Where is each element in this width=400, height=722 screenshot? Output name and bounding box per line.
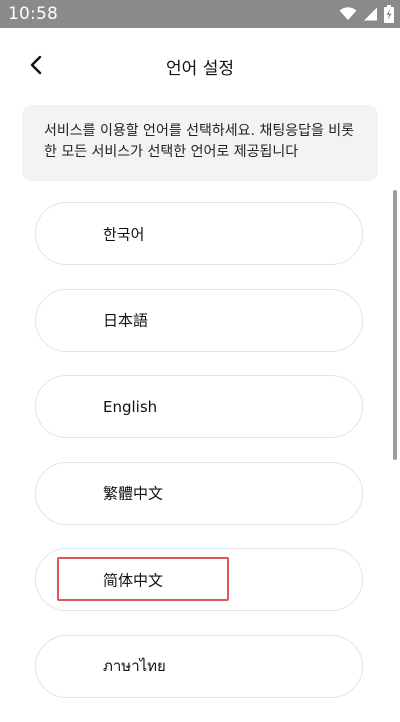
- language-label: 日本語: [103, 311, 149, 330]
- language-label: 简体中文: [103, 571, 164, 590]
- info-box: 서비스를 이용할 언어를 선택하세요. 채팅응답을 비롯한 모든 서비스가 선택…: [22, 105, 378, 181]
- language-label: 한국어: [103, 225, 145, 243]
- status-icons: [339, 4, 394, 24]
- language-option-korean[interactable]: 한국어: [35, 202, 363, 265]
- language-label: ภาษาไทย: [103, 657, 166, 676]
- language-label: English: [103, 397, 158, 416]
- language-list: 한국어 日本語 English 繁體中文 简体中文 ภาษาไทย: [35, 202, 365, 722]
- info-text: 서비스를 이용할 언어를 선택하세요. 채팅응답을 비롯한 모든 서비스가 선택…: [44, 123, 355, 160]
- status-bar: 10:58: [0, 0, 400, 28]
- language-option-simplified-chinese[interactable]: 简体中文: [35, 548, 363, 612]
- language-option-english[interactable]: English: [35, 375, 363, 439]
- language-label: 繁體中文: [103, 484, 164, 503]
- battery-charging-icon: [384, 5, 394, 23]
- header: 언어 설정: [0, 28, 400, 104]
- status-time: 10:58: [8, 4, 58, 24]
- language-option-traditional-chinese[interactable]: 繁體中文: [35, 461, 363, 525]
- scrollbar[interactable]: [393, 190, 397, 460]
- page-title: 언어 설정: [166, 59, 234, 79]
- language-option-thai[interactable]: ภาษาไทย: [35, 634, 363, 698]
- cellular-signal-icon: [363, 7, 378, 21]
- wifi-icon: [339, 7, 357, 21]
- language-option-japanese[interactable]: 日本語: [35, 288, 363, 352]
